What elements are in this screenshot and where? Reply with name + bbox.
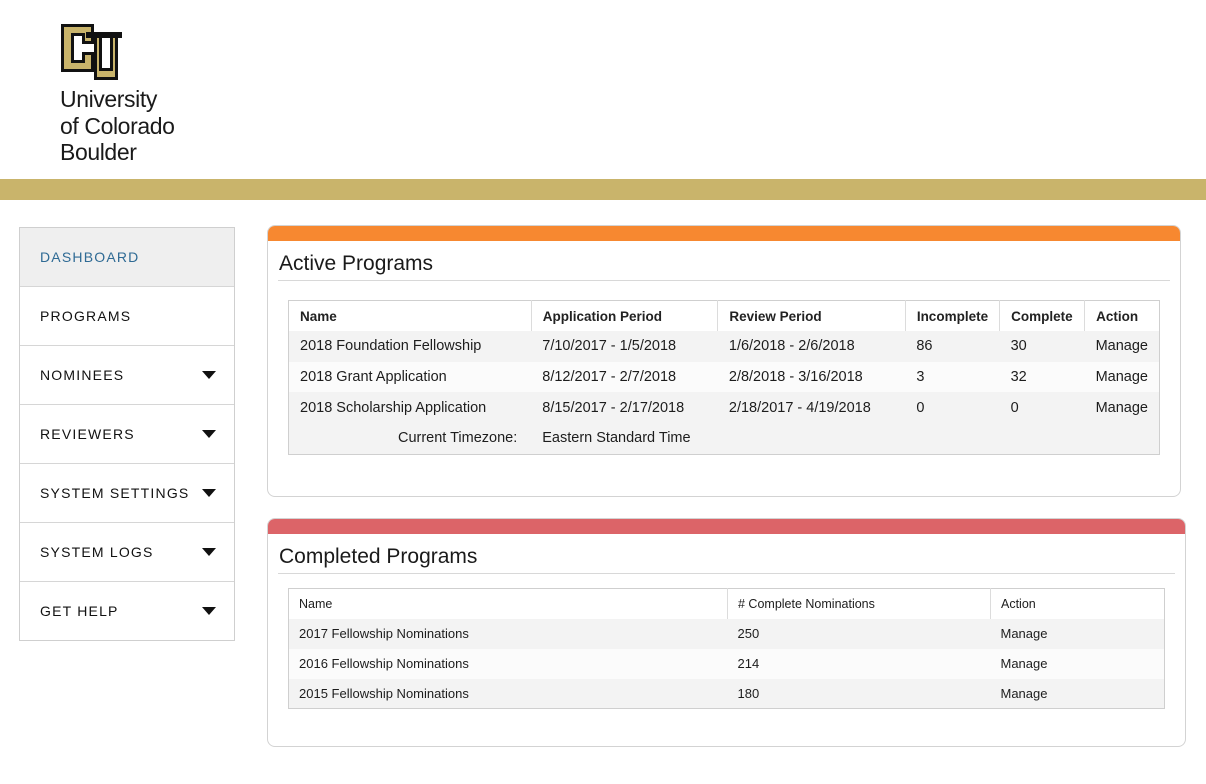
incomplete-count-link[interactable]: 0: [905, 392, 999, 423]
sidebar-item-label: DASHBOARD: [40, 249, 140, 265]
incomplete-count-link[interactable]: 3: [905, 362, 999, 393]
divider: [278, 280, 1170, 281]
wordmark-line-1: University: [60, 86, 157, 112]
program-name: 2018 Grant Application: [300, 369, 447, 386]
nomination-count: 214: [737, 656, 760, 672]
sidebar-item-label: REVIEWERS: [40, 426, 135, 442]
completed-programs-table: Name # Complete Nominations Action 2017 …: [288, 588, 1165, 710]
timezone-label: Current Timezone:: [288, 423, 532, 455]
caret-down-icon[interactable]: [202, 607, 216, 615]
table-row: 2016 Fellowship Nominations 214 Manage: [288, 648, 1165, 679]
column-header-complete[interactable]: Complete: [999, 300, 1085, 331]
table-row: 2018 Foundation Fellowship 7/10/2017 - 1…: [288, 331, 1160, 362]
cu-logo-icon[interactable]: [58, 22, 124, 82]
application-period-link[interactable]: 8/12/2017 - 2/7/2018: [531, 362, 718, 393]
complete-count-link[interactable]: 30: [1000, 331, 1085, 362]
header-gold-bar: [0, 179, 1206, 200]
panel-title: Completed Programs: [279, 545, 478, 568]
program-name: 2015 Fellowship Nominations: [299, 685, 469, 701]
manage-link[interactable]: Manage: [1085, 362, 1160, 393]
sidebar-item-reviewers[interactable]: REVIEWERS: [20, 405, 234, 464]
table-header-row: Name Application Period Review Period In…: [288, 300, 1160, 331]
incomplete-count-link[interactable]: 86: [905, 331, 999, 362]
column-header-name[interactable]: Name: [288, 588, 728, 619]
sidebar-item-system-settings[interactable]: SYSTEM SETTINGS: [20, 464, 234, 523]
table-row: 2017 Fellowship Nominations 250 Manage: [288, 619, 1165, 649]
column-header-application-period[interactable]: Application Period: [530, 300, 718, 331]
manage-link[interactable]: Manage: [991, 619, 1165, 649]
manage-link[interactable]: Manage: [1085, 331, 1160, 362]
review-period-link[interactable]: 2/8/2018 - 3/16/2018: [718, 362, 905, 393]
manage-link[interactable]: Manage: [991, 679, 1165, 709]
wordmark-line-2: of Colorado: [60, 112, 175, 139]
table-row: 2015 Fellowship Nominations 180 Manage: [288, 678, 1165, 709]
timezone-row: Current Timezone: Eastern Standard Time: [288, 423, 1160, 455]
sidebar-item-label: GET HELP: [40, 603, 119, 619]
review-period-link[interactable]: 2/18/2017 - 4/19/2018: [718, 392, 905, 423]
table-row: 2018 Scholarship Application 8/15/2017 -…: [288, 392, 1160, 424]
panel-accent-bar: [268, 226, 1180, 241]
university-wordmark[interactable]: University of Colorado Boulder: [60, 86, 175, 166]
manage-link[interactable]: Manage: [1085, 392, 1160, 423]
table-row: 2018 Grant Application 8/12/2017 - 2/7/2…: [288, 361, 1160, 393]
column-header-incomplete[interactable]: Incomplete: [904, 300, 1000, 331]
nomination-count: 180: [737, 685, 760, 701]
nomination-count: 250: [737, 626, 760, 642]
column-header-name[interactable]: Name: [288, 300, 532, 331]
panel-title: Active Programs: [279, 252, 434, 275]
wordmark-line-3: Boulder: [60, 139, 137, 165]
program-name: 2018 Scholarship Application: [300, 399, 487, 416]
table-header-row: Name # Complete Nominations Action: [288, 588, 1165, 619]
sidebar-item-dashboard[interactable]: DASHBOARD: [20, 228, 234, 287]
active-programs-panel: Active Programs Name Application Period …: [267, 225, 1181, 497]
application-period-link[interactable]: 7/10/2017 - 1/5/2018: [531, 331, 718, 362]
program-name: 2017 Fellowship Nominations: [299, 626, 469, 642]
sidebar-nav: DASHBOARD PROGRAMS NOMINEES REVIEWERS SY…: [19, 227, 235, 641]
active-programs-table: Name Application Period Review Period In…: [288, 300, 1160, 455]
caret-down-icon[interactable]: [202, 371, 216, 379]
complete-count-link[interactable]: 0: [1000, 392, 1085, 423]
sidebar-item-label: PROGRAMS: [40, 308, 132, 324]
column-header-action[interactable]: Action: [990, 588, 1165, 619]
sidebar-item-label: SYSTEM LOGS: [40, 544, 154, 560]
review-period-link[interactable]: 1/6/2018 - 2/6/2018: [718, 331, 905, 362]
sidebar-item-get-help[interactable]: GET HELP: [20, 582, 234, 640]
caret-down-icon[interactable]: [202, 489, 216, 497]
sidebar-item-programs[interactable]: PROGRAMS: [20, 287, 234, 346]
sidebar-item-label: SYSTEM SETTINGS: [40, 485, 190, 501]
column-header-complete-nominations[interactable]: # Complete Nominations: [727, 588, 991, 619]
sidebar-item-nominees[interactable]: NOMINEES: [20, 346, 234, 405]
panel-accent-bar: [268, 519, 1185, 534]
column-header-action[interactable]: Action: [1084, 300, 1160, 331]
column-header-review-period[interactable]: Review Period: [717, 300, 906, 331]
manage-link[interactable]: Manage: [991, 649, 1165, 679]
sidebar-item-system-logs[interactable]: SYSTEM LOGS: [20, 523, 234, 582]
completed-programs-panel: Completed Programs Name # Complete Nomin…: [267, 518, 1186, 747]
caret-down-icon[interactable]: [202, 548, 216, 556]
divider: [278, 573, 1175, 574]
complete-count-link[interactable]: 32: [1000, 362, 1085, 393]
program-name: 2016 Fellowship Nominations: [299, 656, 469, 672]
program-name: 2018 Foundation Fellowship: [300, 338, 482, 355]
timezone-link[interactable]: Eastern Standard Time: [531, 423, 1160, 455]
caret-down-icon[interactable]: [202, 430, 216, 438]
application-period-link[interactable]: 8/15/2017 - 2/17/2018: [531, 392, 718, 423]
sidebar-item-label: NOMINEES: [40, 367, 125, 383]
